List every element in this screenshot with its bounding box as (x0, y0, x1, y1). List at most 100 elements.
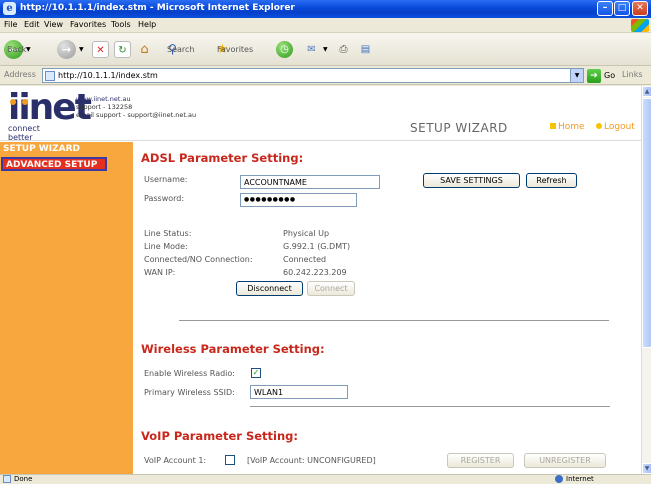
connection-label: Connected/NO Connection: (144, 255, 253, 264)
maximize-button[interactable]: □ (614, 1, 630, 16)
refresh-button[interactable]: ↻ (114, 39, 131, 60)
title-bar: e http://10.1.1.1/index.stm - Microsoft … (0, 0, 651, 18)
circle-bullet-icon (596, 123, 602, 129)
menu-favorites[interactable]: Favorites (70, 20, 106, 29)
edit-button[interactable]: ▤ (357, 39, 374, 60)
search-label: Search (167, 45, 195, 54)
password-label: Password: (144, 194, 185, 203)
ssid-label: Primary Wireless SSID: (144, 388, 235, 397)
section-divider (250, 406, 610, 407)
go-arrow-icon: ➔ (587, 68, 601, 83)
scroll-down-icon[interactable]: ▼ (642, 463, 651, 474)
logo-dot (22, 99, 28, 105)
username-input[interactable]: ACCOUNTNAME (240, 175, 380, 189)
page-header: iinet connect better www.iinet.net.au su… (0, 86, 641, 142)
minimize-button[interactable]: – (597, 1, 613, 16)
stop-button[interactable]: ✕ (92, 39, 109, 60)
site-url: www.iinet.net.au (76, 95, 131, 103)
enable-wireless-checkbox[interactable]: ✓ (251, 368, 261, 378)
mail-icon: ✉ (307, 44, 316, 55)
line-status-value: Physical Up (283, 229, 330, 238)
scroll-thumb[interactable] (642, 98, 651, 348)
window-title: http://10.1.1.1/index.stm - Microsoft In… (20, 3, 295, 13)
address-bar: Address http://10.1.1.1/index.stm ▼ ➔ Go… (0, 66, 651, 85)
chevron-down-icon[interactable]: ▼ (570, 69, 583, 82)
enable-wireless-label: Enable Wireless Radio: (144, 369, 235, 378)
go-label: Go (604, 71, 616, 80)
history-button[interactable]: ◷ (276, 39, 293, 60)
home-link[interactable]: Home (550, 122, 585, 132)
address-label: Address (4, 70, 36, 79)
unregister-button[interactable]: UNREGISTER (524, 453, 606, 468)
wireless-section-title: Wireless Parameter Setting: (141, 342, 325, 356)
home-button[interactable]: ⌂ (136, 39, 153, 60)
square-bullet-icon (550, 123, 556, 129)
status-bar: Done Internet (0, 474, 651, 484)
contact-info: www.iinet.net.au support - 132258 email … (76, 95, 196, 119)
chevron-down-icon: ▼ (26, 46, 31, 53)
connect-button[interactable]: Connect (307, 281, 355, 296)
password-input[interactable]: ●●●●●●●●● (240, 193, 357, 207)
forward-button[interactable]: → ▼ (57, 39, 84, 60)
mail-button[interactable]: ✉ ▼ (303, 39, 328, 60)
line-mode-label: Line Mode: (144, 242, 188, 251)
scroll-up-icon[interactable]: ▲ (642, 86, 651, 97)
back-label: Back (7, 45, 27, 54)
iinet-logo: iinet connect better (8, 87, 92, 142)
disconnect-button[interactable]: Disconnect (236, 281, 303, 296)
favorites-button[interactable]: ★ Favorites (214, 39, 253, 60)
edit-icon: ▤ (360, 44, 371, 55)
voip-section-title: VoIP Parameter Setting: (141, 429, 298, 443)
chevron-down-icon: ▼ (323, 46, 328, 53)
stop-icon: ✕ (92, 41, 109, 58)
back-button[interactable]: ← Back ▼ (4, 39, 31, 60)
ssid-input[interactable]: WLAN1 (250, 385, 348, 399)
history-icon: ◷ (276, 41, 293, 58)
address-url: http://10.1.1.1/index.stm (58, 71, 158, 80)
register-button[interactable]: REGISTER (447, 453, 514, 468)
adsl-section-title: ADSL Parameter Setting: (141, 151, 304, 165)
voip-account-status: [VoIP Account: UNCONFIGURED] (247, 456, 376, 465)
menu-help[interactable]: Help (138, 20, 156, 29)
home-label: Home (558, 122, 585, 132)
menu-tools[interactable]: Tools (111, 20, 131, 29)
toolbar: ← Back ▼ → ▼ ✕ ↻ ⌂ ⚲ Search ★ Favorites … (0, 33, 651, 66)
logo-tagline: connect better (8, 124, 40, 142)
menu-view[interactable]: View (44, 20, 63, 29)
links-button[interactable]: Links (622, 70, 643, 79)
home-icon: ⌂ (140, 42, 149, 57)
chevron-down-icon: ▼ (79, 46, 84, 53)
search-button[interactable]: ⚲ Search (164, 39, 194, 60)
sidebar-item-advanced-setup[interactable]: ADVANCED SETUP (1, 157, 107, 171)
page-icon (45, 71, 55, 81)
logout-label: Logout (604, 122, 635, 132)
settings-panel: ADSL Parameter Setting: Username: ACCOUN… (133, 142, 641, 474)
favorites-label: Favorites (217, 45, 254, 54)
forward-arrow-icon: → (57, 40, 76, 59)
save-settings-button[interactable]: SAVE SETTINGS (423, 173, 520, 188)
internet-explorer-icon: e (3, 2, 16, 15)
refresh-icon: ↻ (114, 41, 131, 58)
menu-bar: File Edit View Favorites Tools Help (0, 18, 651, 33)
status-zone: Internet (566, 475, 594, 483)
support-phone: support - 132258 (76, 103, 133, 111)
menu-edit[interactable]: Edit (24, 20, 40, 29)
voip-account-checkbox[interactable] (225, 455, 235, 465)
section-divider (179, 320, 609, 321)
voip-account-label: VoIP Account 1: (144, 456, 207, 465)
sidebar-item-setup-wizard[interactable]: SETUP WIZARD (0, 143, 133, 157)
logout-link[interactable]: Logout (596, 122, 635, 132)
setup-wizard-title: SETUP WIZARD (410, 121, 508, 135)
wan-ip-value: 60.242.223.209 (283, 268, 347, 277)
vertical-scrollbar[interactable]: ▲ ▼ (641, 86, 651, 474)
status-done: Done (14, 475, 33, 483)
windows-logo-icon (631, 19, 649, 32)
menu-file[interactable]: File (4, 20, 17, 29)
go-button[interactable]: ➔ Go (587, 68, 615, 83)
refresh-button[interactable]: Refresh (526, 173, 577, 188)
support-email: email support - support@iinet.net.au (76, 111, 197, 119)
logo-dot (10, 99, 16, 105)
address-input[interactable]: http://10.1.1.1/index.stm ▼ (42, 68, 584, 83)
close-button[interactable]: ✕ (632, 1, 648, 16)
print-button[interactable]: ⎙ (335, 39, 352, 60)
